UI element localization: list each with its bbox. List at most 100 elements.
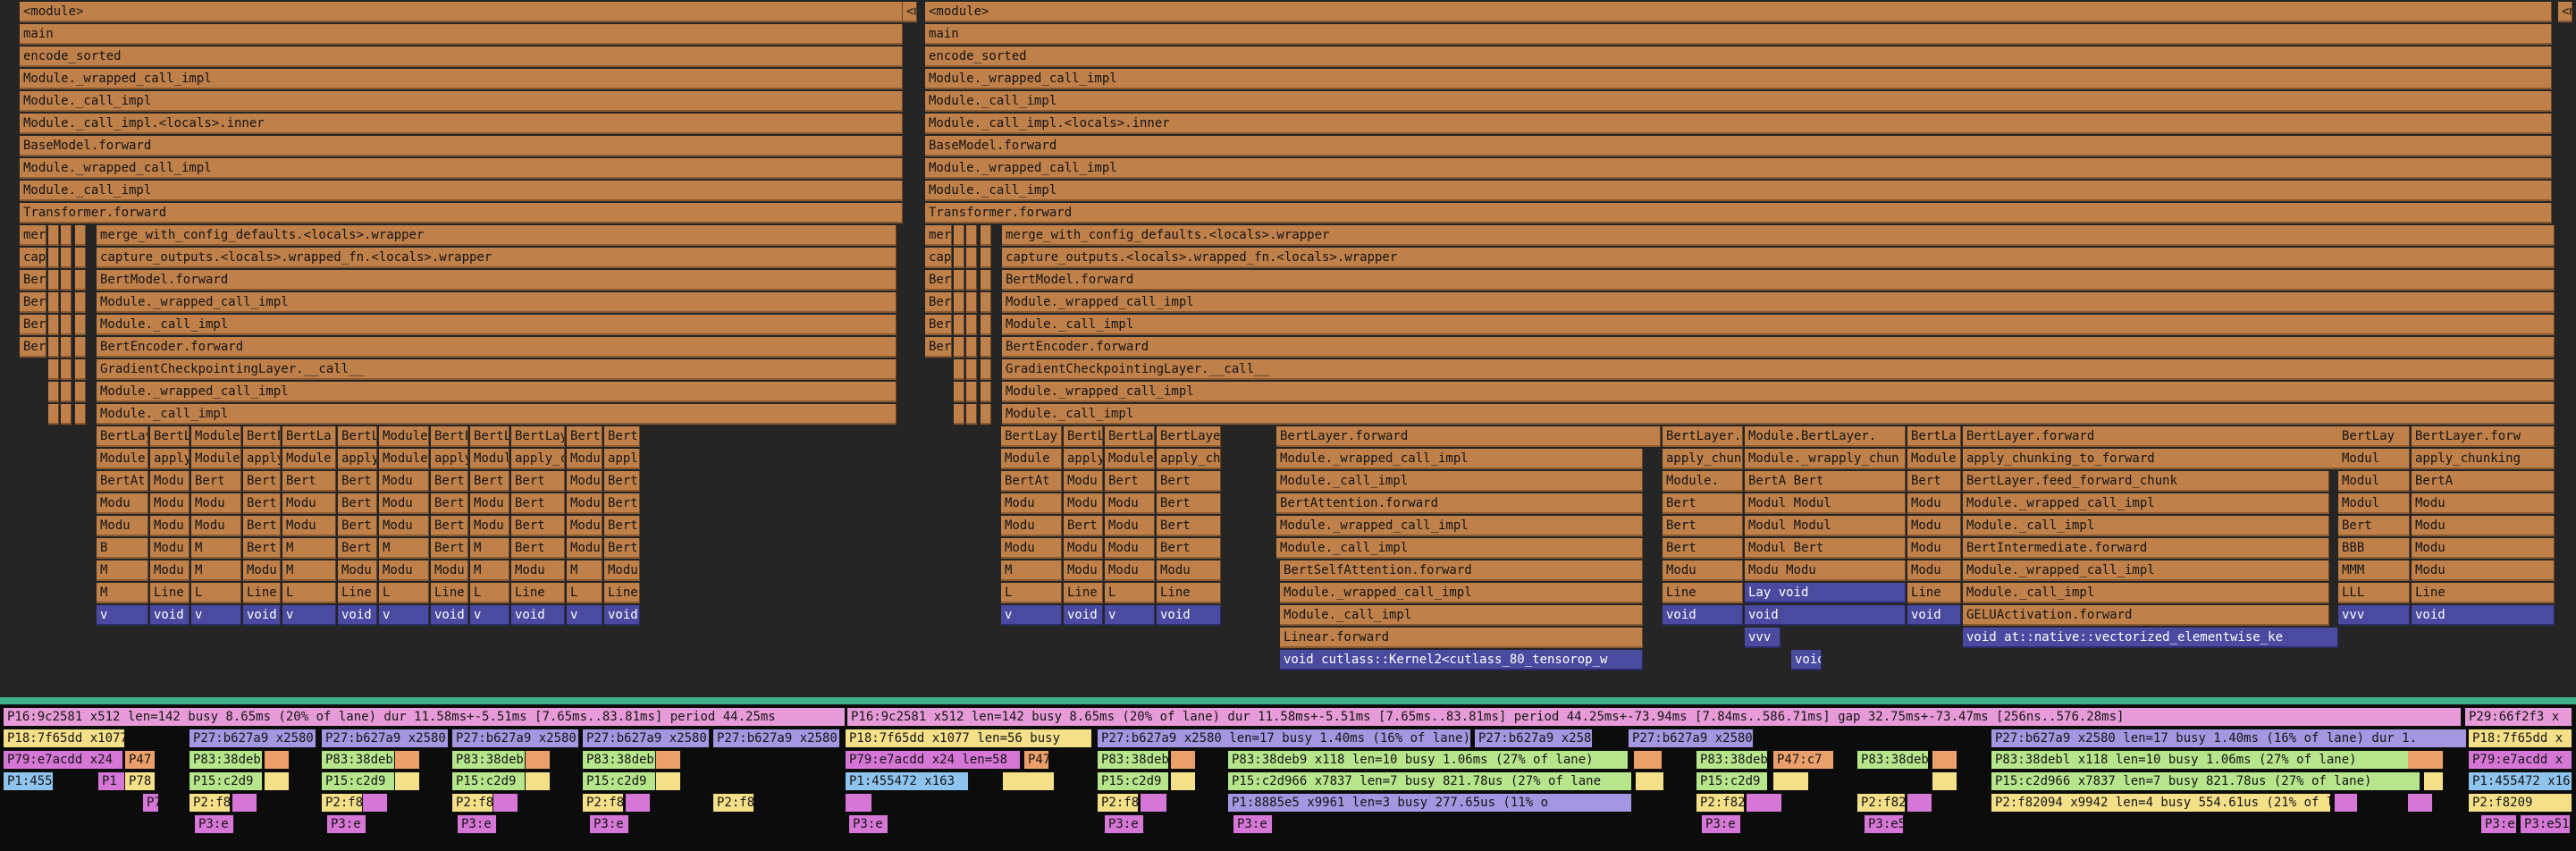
lane-bar[interactable]: P47:c7 (1773, 751, 1834, 769)
flame-frame[interactable]: Line (1064, 583, 1103, 603)
flame-frame[interactable]: L (1105, 583, 1155, 603)
flame-frame[interactable]: Module._wrapped_call_impl (1280, 583, 1643, 603)
flame-frame[interactable]: L (191, 583, 241, 603)
flame-frame[interactable]: M (282, 560, 336, 581)
flame-frame[interactable] (966, 292, 977, 313)
flame-frame[interactable]: Module._call_impl (20, 181, 903, 201)
flame-frame[interactable]: Module._call_impl (1280, 605, 1643, 626)
lane-bar[interactable]: P1:455 (4, 772, 54, 790)
flame-frame[interactable]: Module._wrapped_call_impl (1002, 382, 2555, 402)
flame-frame[interactable]: BertLayer.forward (1276, 426, 1661, 447)
flame-frame[interactable] (75, 315, 86, 335)
lane-bar[interactable]: P2:f8 (713, 794, 754, 812)
flame-frame[interactable] (61, 225, 72, 246)
flame-frame[interactable]: Modu (1907, 560, 1961, 581)
flame-frame[interactable]: Module._wrapped_call_impl (1002, 292, 2555, 313)
lane-bar[interactable] (363, 794, 388, 812)
flame-frame[interactable]: Module._wrapped_call_impl (1963, 560, 2329, 581)
flame-frame[interactable]: void (150, 605, 189, 626)
flame-frame[interactable]: Line (338, 583, 377, 603)
flame-frame[interactable]: Module._wrapped_call_impl (925, 158, 2552, 179)
lane-bar[interactable]: P2:f82 (1696, 794, 1745, 812)
flame-frame[interactable]: Bert (511, 471, 565, 492)
flame-frame[interactable]: Line (2412, 583, 2555, 603)
lane-bar[interactable] (656, 751, 681, 769)
flame-frame[interactable]: capture_outputs.<locals>.wrapped_fn.<loc… (97, 248, 897, 268)
flame-frame[interactable] (48, 248, 59, 268)
lane-bar[interactable] (656, 772, 681, 790)
flame-frame[interactable]: Bert (925, 270, 952, 291)
flame-frame[interactable] (75, 404, 86, 425)
flame-frame[interactable]: Bert (20, 315, 46, 335)
flame-frame[interactable]: L (470, 583, 509, 603)
flame-frame[interactable]: BertA Bert (1745, 471, 1906, 492)
flame-frame[interactable] (981, 225, 991, 246)
flame-frame[interactable]: Line (243, 583, 281, 603)
flame-frame[interactable]: Modul Modul (1745, 516, 1906, 536)
lane-bar[interactable]: P47 (1024, 751, 1049, 769)
flame-frame[interactable]: Modu (604, 560, 640, 581)
lane-bar[interactable] (265, 751, 290, 769)
flame-frame[interactable]: apply_chunking_to_forward (1963, 449, 2383, 469)
flame-frame[interactable]: Module._wrapped_call_impl (20, 158, 903, 179)
flame-frame[interactable]: L (379, 583, 429, 603)
lane-bar[interactable]: P3:e (590, 815, 629, 833)
flame-frame[interactable]: Bert (191, 471, 241, 492)
flame-frame[interactable]: M (379, 538, 429, 559)
lane-bar[interactable]: P27:b627a9 x2580 len=17 busy 1.40ms (16%… (1991, 729, 2467, 747)
flame-frame[interactable] (48, 270, 59, 291)
flame-frame[interactable] (75, 225, 86, 246)
lane-bar[interactable] (265, 772, 290, 790)
lane-bar[interactable]: P1:455472 x16 (2469, 772, 2572, 790)
lane-bar[interactable]: P2:f8209 (2469, 794, 2572, 812)
flame-frame[interactable] (48, 404, 59, 425)
lane-bar[interactable]: P78 (125, 772, 156, 790)
flame-frame[interactable]: void (1663, 605, 1743, 626)
flame-frame[interactable]: Bert (1663, 516, 1743, 536)
flame-frame[interactable]: Modu (1001, 516, 1062, 536)
flame-frame[interactable]: Bert (1663, 538, 1743, 559)
flame-frame[interactable] (75, 270, 86, 291)
flame-frame[interactable]: Modu (150, 516, 189, 536)
lane-bar[interactable]: P83:38deb (322, 751, 395, 769)
lane-bar[interactable] (1634, 751, 1663, 769)
flame-frame[interactable]: Bert (1157, 538, 1221, 559)
flame-frame[interactable]: Module._wrapped_call_impl (97, 382, 897, 402)
flame-frame[interactable]: Modu (1105, 538, 1155, 559)
lane-bar[interactable]: P79:e7acdd x (2469, 751, 2572, 769)
lane-bar[interactable]: P83:38deb (1696, 751, 1768, 769)
lane-bar[interactable] (1907, 794, 1932, 812)
lane-bar[interactable]: P2:f8 (583, 794, 624, 812)
flame-frame[interactable] (48, 382, 59, 402)
flame-frame[interactable] (954, 270, 964, 291)
lane-bar[interactable]: P27:b627a9 x2580 (189, 729, 316, 747)
lane-bar[interactable] (626, 794, 651, 812)
flame-frame[interactable]: Modu (97, 516, 148, 536)
flame-frame[interactable]: Module._wrapped_call_impl (1276, 449, 1643, 469)
flame-frame[interactable]: Modu (1907, 516, 1961, 536)
flame-frame[interactable]: Modul (2338, 449, 2410, 469)
flame-frame[interactable] (954, 359, 964, 380)
flame-frame[interactable] (954, 225, 964, 246)
lane-bar[interactable]: P83:38deb9 x118 len=10 busy 1.06ms (27% … (1228, 751, 1629, 769)
lane-bar[interactable]: P16:9c2581 x512 len=142 busy 8.65ms (20%… (847, 708, 2462, 726)
flame-frame[interactable] (75, 248, 86, 268)
flame-frame[interactable]: Module (191, 426, 241, 447)
flame-frame[interactable]: BertLayer (431, 426, 468, 447)
lane-bar[interactable] (846, 794, 872, 812)
lane-bar[interactable]: P1:455472 x163 (846, 772, 969, 790)
flame-frame[interactable]: encode_sorted (20, 46, 903, 67)
flame-frame[interactable]: M (1001, 560, 1062, 581)
flame-frame[interactable]: Lay void (1745, 583, 1906, 603)
lane-bar[interactable]: P7 (143, 794, 159, 812)
flame-frame[interactable]: M (97, 583, 148, 603)
flame-frame[interactable]: Bert (1157, 493, 1221, 514)
flame-frame[interactable]: B (97, 538, 148, 559)
flame-frame[interactable] (48, 315, 59, 335)
flame-frame[interactable]: void at::native::vectorized_elementwise_… (1963, 628, 2338, 648)
flame-frame[interactable]: Bert (1157, 471, 1221, 492)
lane-bar[interactable]: P15:c2d966 x7837 len=7 busy 821.78us (27… (1991, 772, 2420, 790)
flame-frame[interactable]: Modu (1064, 560, 1103, 581)
lane-bar[interactable] (1773, 772, 1809, 790)
flame-frame[interactable]: Bert (1907, 471, 1961, 492)
